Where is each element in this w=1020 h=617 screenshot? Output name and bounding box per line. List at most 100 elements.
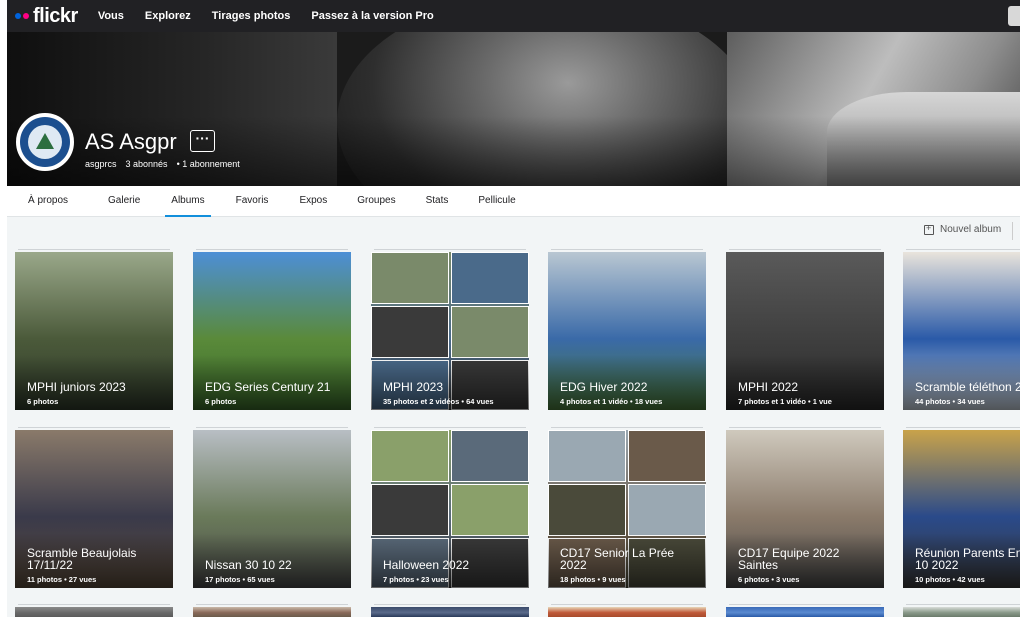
nav-item-explorez[interactable]: Explorez (145, 10, 191, 22)
nav-item-pro[interactable]: Passez à la version Pro (311, 10, 433, 22)
album-title: Halloween 2022 (383, 558, 470, 572)
album-cover-photo (371, 607, 529, 617)
following-count[interactable]: • 1 abonnement (177, 159, 240, 169)
album-title: MPHI 2022 (738, 380, 799, 394)
album-stack-edge (906, 604, 1020, 605)
album-title: Nissan 30 10 22 (205, 558, 292, 572)
album-stack-edge (729, 249, 881, 250)
nav-item-tirages[interactable]: Tirages photos (212, 10, 291, 22)
album-card[interactable] (193, 607, 351, 617)
album-card[interactable]: Scramble téléthon 2 44 photos • 34 vues (903, 252, 1020, 410)
album-collage-photo (548, 484, 626, 536)
album-card[interactable]: EDG Hiver 2022 4 photos et 1 vidéo • 18 v… (548, 252, 706, 410)
album-collage-photo (628, 430, 706, 482)
album-collage-photo (371, 430, 449, 482)
search-field-edge[interactable] (1008, 6, 1020, 26)
album-card[interactable] (726, 607, 884, 617)
album-info: 35 photos et 2 vidéos • 64 vues (383, 397, 494, 406)
album-card[interactable]: Réunion Parents En 10 2022 10 photos • 42… (903, 430, 1020, 588)
album-info: 44 photos • 34 vues (915, 397, 985, 406)
album-card[interactable]: CD17 Equipe 2022 Saintes 6 photos • 3 vue… (726, 430, 884, 588)
album-stack-edge (18, 249, 170, 250)
album-cover-photo (903, 607, 1020, 617)
album-info: 6 photos (27, 397, 59, 406)
album-title: Réunion Parents En 10 2022 (915, 546, 1020, 572)
tab-galerie[interactable]: Galerie (108, 186, 140, 217)
avatar-emblem (36, 133, 54, 149)
album-stack-edge (729, 604, 881, 605)
album-collage-photo (371, 306, 449, 358)
album-collage-photo (451, 252, 529, 304)
album-stack-edge (196, 249, 348, 250)
album-info: 18 photos • 9 vues (560, 575, 626, 584)
album-info: 4 photos et 1 vidéo • 18 vues (560, 397, 663, 406)
profile-name: AS Asgpr (85, 129, 177, 154)
new-album-button[interactable]: Nouvel album (924, 223, 1002, 235)
album-title: EDG Series Century 21 (205, 380, 331, 394)
tab-albums[interactable]: Albums (165, 186, 212, 217)
album-collage-photo (548, 430, 626, 482)
album-title: Scramble téléthon 2 (915, 380, 1020, 394)
album-collage-photo (371, 484, 449, 536)
album-card[interactable] (15, 607, 173, 617)
album-title: EDG Hiver 2022 (560, 380, 648, 394)
album-card[interactable]: Nissan 30 10 22 17 photos • 65 vues (193, 430, 351, 588)
album-card[interactable] (903, 607, 1020, 617)
album-cover-photo (548, 607, 706, 617)
album-stack-edge (196, 427, 348, 428)
album-info: 7 photos et 1 vidéo • 1 vue (738, 397, 832, 406)
more-options-button[interactable]: ··· (190, 130, 215, 152)
album-info: 11 photos • 27 vues (27, 575, 97, 584)
toolbar-divider (1012, 222, 1013, 240)
album-collage-photo (628, 484, 706, 536)
album-card[interactable]: Halloween 2022 7 photos • 23 vues (371, 430, 529, 588)
album-stack-edge (729, 427, 881, 428)
album-stack-edge (551, 249, 703, 250)
tab-apropos[interactable]: À propos (28, 186, 68, 217)
add-album-icon (924, 223, 934, 235)
album-title: MPHI 2023 (383, 380, 444, 394)
profile-handle: asgprcs (85, 159, 117, 169)
album-info: 17 photos • 65 vues (205, 575, 275, 584)
album-card[interactable]: Scramble Beaujolais 17/11/22 11 photos • … (15, 430, 173, 588)
album-title: CD17 Equipe 2022 Saintes (738, 546, 840, 572)
album-card[interactable]: EDG Series Century 21 6 photos (193, 252, 351, 410)
tab-expos[interactable]: Expos (299, 186, 327, 217)
album-stack-edge (18, 427, 170, 428)
album-stack-edge (551, 604, 703, 605)
tab-groupes[interactable]: Groupes (357, 186, 395, 217)
avatar[interactable] (16, 113, 74, 171)
album-stack-edge (906, 427, 1020, 428)
album-info: 6 photos (205, 397, 237, 406)
album-stack-edge (374, 427, 526, 428)
album-card[interactable]: MPHI juniors 2023 6 photos (15, 252, 173, 410)
album-card[interactable]: CD17 Senior La Prée 2022 18 photos • 9 vu… (548, 430, 706, 588)
tab-pellicule[interactable]: Pellicule (478, 186, 515, 217)
album-card[interactable] (548, 607, 706, 617)
album-info: 10 photos • 42 vues (915, 575, 985, 584)
flickr-logo[interactable]: flickr (15, 5, 78, 28)
nav-item-vous[interactable]: Vous (98, 10, 124, 22)
album-stack-edge (906, 249, 1020, 250)
album-stack-edge (551, 427, 703, 428)
album-card[interactable] (371, 607, 529, 617)
page-edge (0, 0, 7, 617)
new-album-label: Nouvel album (940, 224, 1002, 235)
album-cover-photo (15, 607, 173, 617)
logo-dot-blue (15, 13, 21, 19)
album-title: MPHI juniors 2023 (27, 380, 126, 394)
logo-wordmark: flickr (33, 4, 78, 27)
top-navigation: flickr Vous Explorez Tirages photos Pass… (7, 0, 1020, 32)
album-cover-photo (726, 607, 884, 617)
album-card[interactable]: MPHI 2023 35 photos et 2 vidéos • 64 vues (371, 252, 529, 410)
tab-stats[interactable]: Stats (426, 186, 449, 217)
followers-count[interactable]: 3 abonnés (126, 159, 168, 169)
album-card[interactable]: MPHI 2022 7 photos et 1 vidéo • 1 vue (726, 252, 884, 410)
album-stack-edge (196, 604, 348, 605)
album-collage-photo (451, 430, 529, 482)
album-collage-photo (451, 484, 529, 536)
album-stack-edge (18, 604, 170, 605)
tab-favoris[interactable]: Favoris (236, 186, 269, 217)
album-title: CD17 Senior La Prée 2022 (560, 546, 675, 572)
album-stack-edge (374, 249, 526, 250)
